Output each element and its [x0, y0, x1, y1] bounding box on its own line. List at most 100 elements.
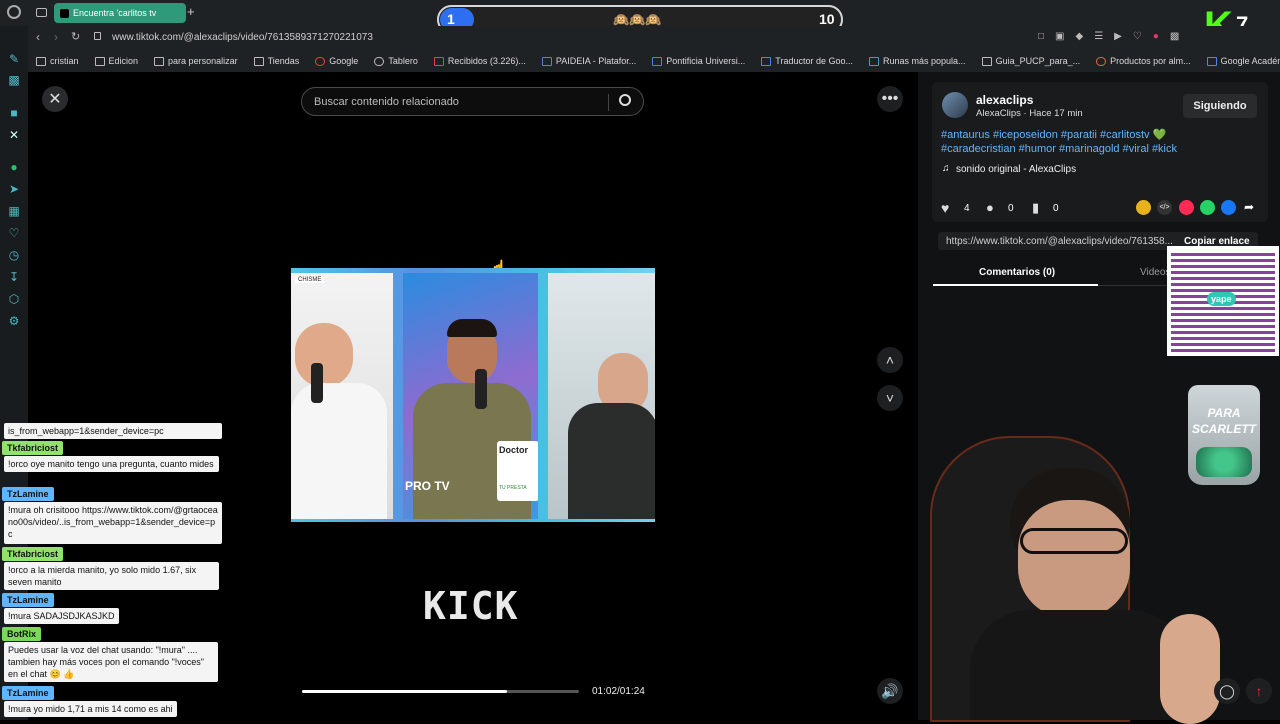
browser-tab-active[interactable]: Encuentra 'carlitos tv	[54, 3, 186, 23]
coin-icon[interactable]	[1136, 200, 1151, 215]
record-icon[interactable]: ↑	[1246, 678, 1272, 704]
translate-icon	[761, 56, 772, 66]
save-icon[interactable]: ▮	[1032, 200, 1039, 216]
whatsapp-icon[interactable]: ✎	[7, 52, 21, 66]
search-divider	[608, 94, 609, 111]
bookmark-page-icon[interactable]: □	[1038, 31, 1044, 42]
chat-username: BotRix	[2, 627, 41, 641]
twitch-icon[interactable]: ■	[7, 106, 21, 120]
new-tab-button[interactable]: +	[187, 4, 195, 19]
bookmark-item[interactable]: cristian	[28, 56, 87, 66]
tablero-icon	[374, 56, 385, 66]
yape-logo: yape	[1207, 292, 1236, 306]
scoreboard-right-score: 10	[819, 11, 835, 27]
back-icon[interactable]: ‹	[36, 30, 40, 44]
reload-icon[interactable]: ↻	[71, 30, 80, 43]
author-handle[interactable]: alexaclips	[976, 93, 1033, 107]
share-send-icon[interactable]	[1179, 200, 1194, 215]
translate-icon[interactable]: ☰	[1094, 31, 1103, 42]
chat-username: TzLamine	[2, 593, 54, 607]
bookmark-item[interactable]: Productos por alm...	[1088, 56, 1199, 66]
person-left-head	[295, 323, 353, 387]
prev-video-button[interactable]: ˄	[877, 347, 903, 373]
scoreboard-left-score: 1	[447, 11, 455, 27]
embed-icon[interactable]: </>	[1157, 200, 1172, 215]
tab-comments-underline	[933, 284, 1098, 286]
paideia-icon	[541, 56, 552, 66]
bookmark-item[interactable]: Google Académico	[1199, 56, 1280, 66]
folder-icon	[253, 56, 264, 66]
bookmarks-bar: cristian Edicion para personalizar Tiend…	[28, 50, 1280, 72]
hashtags[interactable]: #antaurus #iceposeidon #paratii #carlito…	[941, 128, 1191, 156]
document-icon	[981, 56, 992, 66]
send-icon[interactable]: ➤	[7, 182, 21, 196]
search-icon[interactable]	[619, 94, 631, 106]
sound-label[interactable]: sonido original - AlexaClips	[956, 164, 1076, 175]
apps-icon[interactable]: ▦	[7, 204, 21, 218]
browser-tab-bar: Encuentra 'carlitos tv + 1 🙉🙉🙉 10 K 7	[0, 0, 1280, 48]
url-text[interactable]: www.tiktok.com/@alexaclips/video/7613589…	[112, 32, 373, 43]
tab-comments[interactable]: Comentarios (0)	[979, 267, 1055, 278]
lock-icon	[94, 32, 101, 40]
whatsapp-share-icon[interactable]	[1200, 200, 1215, 215]
video-panel-right	[548, 273, 655, 519]
following-button[interactable]: Siguiendo	[1183, 94, 1257, 118]
volume-button[interactable]: 🔊	[877, 678, 903, 704]
bookmark-item[interactable]: Google	[307, 56, 366, 66]
tab-videos[interactable]: Videos	[1140, 267, 1170, 278]
extension-red-icon[interactable]: ●	[1153, 31, 1159, 42]
comment-icon[interactable]: ●	[986, 200, 994, 215]
like-count: 4	[964, 203, 970, 214]
forward-icon[interactable]: ›	[54, 30, 58, 44]
chat-message: !mura SADAJSDJKASJKD	[4, 608, 119, 624]
puzzle-icon[interactable]: ▩	[1170, 31, 1179, 42]
tab-overview-icon[interactable]	[36, 8, 47, 17]
chat-message: !orco a la mierda manito, yo solo mido 1…	[4, 562, 219, 590]
heart-icon[interactable]: ♡	[7, 226, 21, 240]
bookmark-item[interactable]: PAIDEIA - Platafor...	[534, 56, 644, 66]
play-icon[interactable]: ▶	[1114, 31, 1122, 42]
avatar[interactable]	[942, 92, 968, 118]
bookmark-item[interactable]: Tablero	[366, 56, 426, 66]
shield-icon[interactable]: ◆	[1076, 31, 1084, 42]
download-icon[interactable]: ↧	[7, 270, 21, 284]
progress-track[interactable]	[302, 690, 579, 693]
bookmark-item[interactable]: Pontificia Universi...	[644, 56, 753, 66]
opera-logo-icon[interactable]	[7, 5, 21, 19]
chat-message: !mura oh crisitooo https://www.tiktok.co…	[4, 502, 222, 544]
comment-count: 0	[1008, 203, 1014, 214]
history-icon[interactable]: ◷	[7, 248, 21, 262]
author-meta: AlexaClips · Hace 17 min	[976, 108, 1083, 119]
scholar-icon	[1206, 56, 1217, 66]
x-icon[interactable]: ✕	[7, 128, 21, 142]
microphone	[475, 369, 487, 409]
kick-logo: KICK	[423, 584, 519, 628]
bookmark-item[interactable]: para personalizar	[146, 56, 246, 66]
heart-icon[interactable]: ♡	[1133, 31, 1142, 42]
facebook-share-icon[interactable]	[1221, 200, 1236, 215]
snapshot-icon[interactable]: ▣	[1055, 31, 1064, 42]
chat-username: Tkfabriciost	[2, 441, 64, 455]
stop-icon[interactable]: ◯	[1214, 678, 1240, 704]
bookmark-item[interactable]: Runas más popula...	[861, 56, 974, 66]
like-icon[interactable]: ♥	[941, 200, 949, 216]
settings-icon[interactable]: ⚙	[7, 314, 21, 328]
next-video-button[interactable]: ˅	[877, 385, 903, 411]
chat-message: !mura yo mido 1,71 a mis 14 como es ahi	[4, 701, 177, 717]
bookmark-item[interactable]: Recibidos (3.226)...	[426, 56, 534, 66]
streamer-face	[1018, 500, 1130, 618]
close-button[interactable]: ✕	[42, 86, 68, 112]
related-search-input[interactable]: Buscar contenido relacionado	[301, 87, 644, 116]
folder-icon	[94, 56, 105, 66]
bookmark-item[interactable]: Traductor de Goo...	[753, 56, 861, 66]
cube-icon[interactable]: ⬡	[7, 292, 21, 306]
share-arrow-icon[interactable]: ➦	[1244, 200, 1254, 214]
bookmark-item[interactable]: Edicion	[87, 56, 147, 66]
caption-badge: CHISME	[295, 277, 325, 283]
spotify-icon[interactable]: ●	[7, 160, 21, 174]
bookmark-item[interactable]: Tiendas	[246, 56, 308, 66]
microphone	[311, 363, 323, 403]
more-options-button[interactable]: •••	[877, 86, 903, 112]
bookmark-item[interactable]: Guia_PUCP_para_...	[974, 56, 1089, 66]
messenger-icon[interactable]: ▩	[7, 73, 21, 87]
